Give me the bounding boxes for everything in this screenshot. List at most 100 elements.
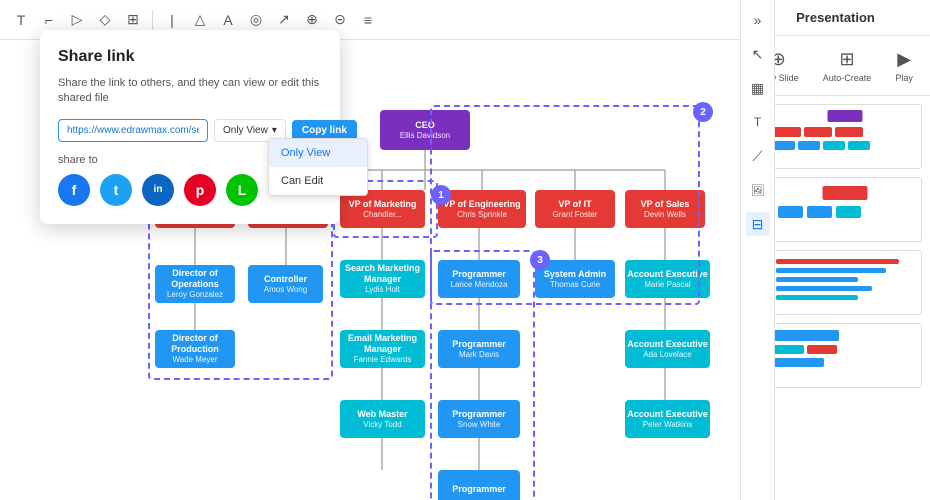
programmer2-title: Programmer [452,339,506,350]
toolbar-separator-1 [152,10,153,30]
dir-prod-name: Wade Meyer [172,355,217,365]
vp-engineering-node[interactable]: VP of Engineering Chris Sprinkle [438,190,526,228]
play-label: Play [895,73,913,83]
slide-preview-3[interactable] [767,250,922,315]
pinterest-share-icon[interactable]: p [184,174,216,206]
vp-it-title: VP of IT [558,199,591,210]
dir-prod-title: Director of Production [155,333,235,355]
acct-exec2-title: Account Executive [627,339,708,350]
connector-icon[interactable]: ⟋ [746,144,770,168]
toolbar-minus-icon[interactable]: ⊝ [329,9,351,31]
dropdown-option-only-view[interactable]: Only View [269,139,367,167]
dir-prod-node[interactable]: Director of Production Wade Meyer [155,330,235,368]
vp-it-name: Grant Foster [553,210,598,220]
dir-ops-node[interactable]: Director of Operations Leroy Gonzalez [155,265,235,303]
line-share-icon[interactable]: L [226,174,258,206]
programmer4-title: Programmer [452,484,506,495]
vp-marketing-title: VP of Marketing [349,199,417,210]
vp-it-node[interactable]: VP of IT Grant Foster [535,190,615,228]
dir-ops-title: Director of Operations [155,268,235,290]
web-master-name: Vicky Todd [363,420,401,430]
controller-node[interactable]: Controller Amos Wong [248,265,323,303]
ceo-name: Ellis Davidson [400,131,450,141]
vp-marketing-name: Chandler... [363,210,402,220]
image-icon[interactable]: 🖼 [746,178,770,202]
share-dropdown-arrow-icon: ▾ [272,125,277,136]
acct-exec3-node[interactable]: Account Executive Peter Watkins [625,400,710,438]
toolbar-circle-icon[interactable]: ◎ [245,9,267,31]
acct-exec2-node[interactable]: Account Executive Ada Lovelace [625,330,710,368]
ceo-node[interactable]: CEO Ellis Davidson [380,110,470,150]
toolbar-triangle-icon[interactable]: △ [189,9,211,31]
search-mkt-node[interactable]: Search Marketing Manager Lydis Holt [340,260,425,298]
toolbar-diamond-icon[interactable]: ◇ [94,9,116,31]
toolbar-text-icon[interactable]: T [10,9,32,31]
toolbar-link-icon[interactable]: ↗ [273,9,295,31]
dir-ops-name: Leroy Gonzalez [167,290,223,300]
twitter-share-icon[interactable]: t [100,174,132,206]
share-dialog: Share link Share the link to others, and… [40,30,340,224]
share-dropdown-menu: Only View Can Edit [268,138,368,196]
email-mkt-title: Email Marketing Manager [340,333,425,355]
toolbar-grid-icon[interactable]: ⊞ [122,9,144,31]
left-iconbar: » ↖ ▦ T ⟋ 🖼 ⊟ [740,0,775,500]
slide-preview-4[interactable] [767,323,922,388]
vp-engineering-title: VP of Engineering [443,199,520,210]
controller-name: Amos Wong [264,285,307,295]
acct-exec1-name: Marie Pascal [644,280,690,290]
search-mkt-title: Search Marketing Manager [340,263,425,285]
programmer3-name: Snow White [458,420,501,430]
auto-create-icon: ⊞ [839,49,854,70]
text-tool-icon[interactable]: T [746,110,770,134]
auto-create-tool[interactable]: ⊞ Auto-Create [823,49,872,83]
share-dialog-description: Share the link to others, and they can v… [58,76,322,107]
toolbar-corner-icon[interactable]: ⌐ [38,9,60,31]
slides-panel-icon[interactable]: ⊟ [746,212,770,236]
programmer3-node[interactable]: Programmer Snow White [438,400,520,438]
toolbar-add-icon[interactable]: ⊕ [301,9,323,31]
programmer1-node[interactable]: Programmer Lance Mendoza [438,260,520,298]
auto-create-label: Auto-Create [823,73,872,83]
linkedin-share-icon[interactable]: in [142,174,174,206]
slide2-row [778,206,861,218]
shapes-icon[interactable]: ▦ [746,76,770,100]
slide3-lines [768,251,921,308]
toolbar-menu-icon[interactable]: ≡ [357,9,379,31]
share-link-input[interactable] [58,119,208,142]
cursor-tool-icon[interactable]: ↖ [746,42,770,66]
dropdown-option-can-edit[interactable]: Can Edit [269,167,367,195]
vp-sales-node[interactable]: VP of Sales Devin Wells [625,190,705,228]
programmer2-name: Mark Davis [459,350,499,360]
vp-sales-name: Devin Wells [644,210,686,220]
email-mkt-node[interactable]: Email Marketing Manager Fannie Edwards [340,330,425,368]
badge-3: 3 [530,250,550,270]
sys-admin-title: System Admin [544,269,606,280]
slide2-top-box [822,186,867,200]
expand-icon[interactable]: » [746,8,770,32]
play-icon: ▶ [897,49,911,70]
slide4-content [768,324,921,373]
badge-1: 1 [431,185,451,205]
controller-title: Controller [264,274,307,285]
acct-exec1-title: Account Executive [627,269,708,280]
slide-preview-2[interactable] [767,177,922,242]
toolbar-arrow-icon[interactable]: ▷ [66,9,88,31]
programmer1-name: Lance Mendoza [451,280,508,290]
programmer4-node[interactable]: Programmer [438,470,520,500]
search-mkt-name: Lydis Holt [365,285,400,295]
programmer2-node[interactable]: Programmer Mark Davis [438,330,520,368]
acct-exec1-node[interactable]: Account Executive Marie Pascal [625,260,710,298]
toolbar-line-icon[interactable]: | [161,9,183,31]
share-dialog-title: Share link [58,48,322,66]
share-dropdown-label: Only View [223,125,268,136]
acct-exec3-title: Account Executive [627,409,708,420]
vp-sales-title: VP of Sales [641,199,690,210]
slide1-vp-row [773,127,863,137]
play-tool[interactable]: ▶ Play [895,49,913,83]
web-master-node[interactable]: Web Master Vicky Todd [340,400,425,438]
facebook-share-icon[interactable]: f [58,174,90,206]
slide1-sub-row [773,141,870,150]
badge-2: 2 [693,102,713,122]
toolbar-font-color-icon[interactable]: A [217,9,239,31]
slide-preview-1[interactable] [767,104,922,169]
